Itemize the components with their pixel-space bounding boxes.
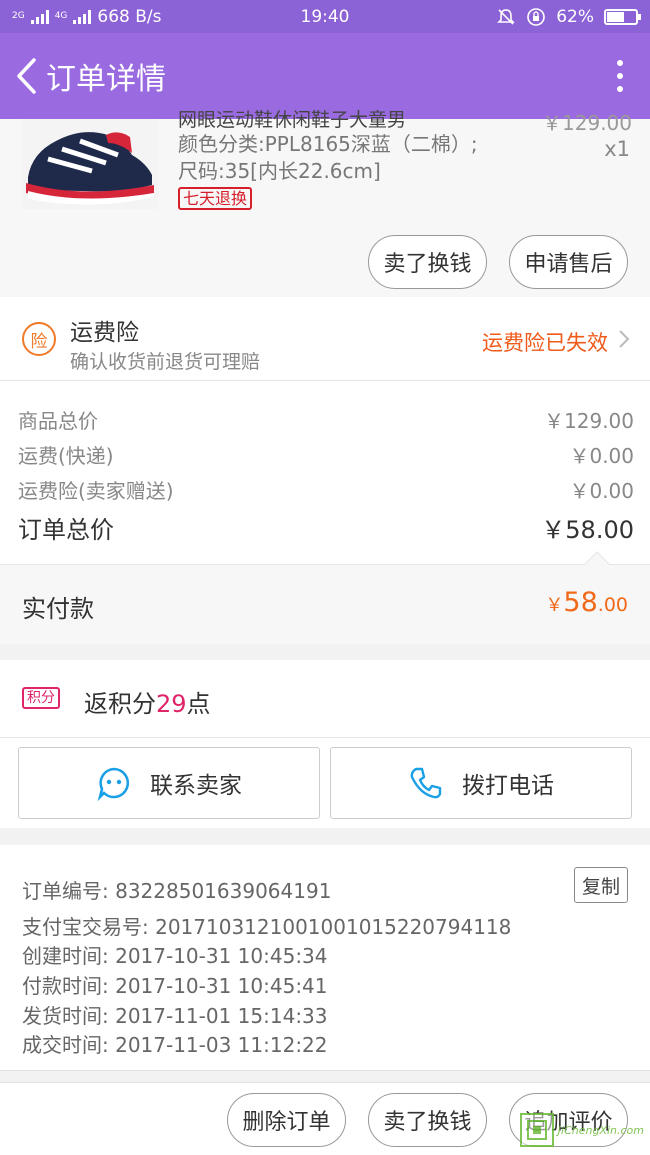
product-sku: 颜色分类:PPL8165深蓝（二棉）; 尺码:35[内长22.6cm]	[178, 131, 508, 185]
bottom-action-bar: 删除订单 卖了换钱 追加评价 JiChengXin.com	[0, 1082, 650, 1155]
summary-row: 商品总价 ￥129.00	[18, 405, 634, 434]
product-price: ￥129.00	[542, 111, 632, 135]
back-button[interactable]	[6, 33, 46, 119]
more-dot-icon	[617, 60, 623, 66]
battery-icon	[604, 8, 641, 25]
chevron-right-icon	[619, 330, 630, 348]
price-summary: 商品总价 ￥129.00 运费(快递) ￥0.00 运费险(卖家赠送) ￥0.0…	[0, 381, 650, 564]
sell-for-cash-button[interactable]: 卖了换钱	[368, 235, 487, 289]
watermark-logo-icon	[519, 1113, 554, 1147]
sell-for-cash-button-bottom[interactable]: 卖了换钱	[368, 1093, 487, 1147]
points-badge: 积分	[22, 687, 60, 709]
insurance-subtitle: 确认收货前退货可理赔	[70, 351, 261, 373]
paid-time: 付款时间: 2017-10-31 10:45:41	[22, 974, 328, 998]
status-bar: 2G 4G 668 B/s 19:40 62%	[0, 0, 650, 33]
call-phone-label: 拨打电话	[462, 773, 554, 799]
paid-decimal: .00	[597, 594, 628, 616]
contact-section: 联系卖家 拨打电话	[0, 738, 650, 828]
battery-fill	[607, 11, 624, 22]
order-number: 订单编号: 832285016390641​91	[22, 879, 332, 903]
signal-icon	[30, 9, 49, 24]
summary-row: 运费(快递) ￥0.00	[18, 440, 634, 469]
shipping-insurance-row[interactable]: 险 运费险 确认收货前退货可理赔 运费险已失效	[0, 297, 650, 381]
points-text: 返积分29点	[84, 684, 211, 719]
after-sale-button[interactable]: 申请售后	[509, 235, 628, 289]
paid-label: 实付款	[22, 595, 94, 623]
contact-seller-button[interactable]: 联系卖家	[18, 747, 320, 819]
battery-percent: 62%	[556, 6, 594, 27]
phone-icon	[410, 767, 442, 799]
shipped-time: 发货时间: 2017-11-01 15:14:33	[22, 1004, 328, 1028]
product-image[interactable]	[22, 119, 158, 209]
closed-time: 成交时间: 2017-11-03 11:12:22	[22, 1033, 328, 1057]
signal-icon-2	[73, 9, 92, 24]
order-total-value: ￥58.00	[541, 516, 634, 544]
chat-bubble-icon	[97, 767, 130, 801]
product-quantity: x1	[604, 137, 630, 161]
summary-row: 运费险(卖家赠送) ￥0.00	[18, 475, 634, 504]
insurance-title: 运费险	[70, 320, 139, 346]
summary-value: ￥0.00	[569, 479, 634, 503]
insurance-status: 运费险已失效	[482, 331, 608, 355]
call-phone-button[interactable]: 拨打电话	[330, 747, 632, 819]
chevron-left-icon	[17, 58, 36, 94]
network-speed: 668 B/s	[97, 6, 162, 27]
copy-button[interactable]: 复制	[574, 867, 628, 903]
sku-size: 尺码:35[内长22.6cm]	[178, 159, 381, 183]
insurance-icon: 险	[22, 322, 56, 356]
delete-order-button[interactable]: 删除订单	[227, 1093, 346, 1147]
paid-amount: ￥58.00	[545, 587, 628, 618]
paid-amount-row: 实付款 ￥58.00	[0, 551, 650, 644]
sim1-signal-label: 2G	[12, 11, 25, 21]
watermark: JiChengXin.com	[519, 1113, 644, 1147]
seven-day-return-badge: 七天退换	[178, 187, 253, 210]
summary-value: ￥0.00	[569, 444, 634, 468]
summary-value: ￥129.00	[544, 409, 634, 433]
order-total-label: 订单总价	[18, 516, 114, 544]
product-card[interactable]: 网眼运动鞋休闲鞋子大童男 ￥129.00 颜色分类:PPL8165深蓝（二棉）;…	[0, 109, 650, 297]
product-title[interactable]: 网眼运动鞋休闲鞋子大童男	[178, 105, 498, 132]
points-row: 积分 返积分29点	[0, 660, 650, 738]
network-type: 4G	[54, 11, 68, 21]
order-info: 订单编号: 832285016390641​91 复制 支付宝交易号: 2017…	[0, 845, 650, 1071]
sku-color: 颜色分类:PPL8165深蓝（二棉）;	[178, 132, 478, 156]
created-time: 创建时间: 2017-10-31 10:45:34	[22, 944, 328, 968]
points-suffix: 点	[186, 690, 211, 718]
contact-seller-label: 联系卖家	[150, 773, 242, 799]
more-dot-icon	[617, 86, 623, 92]
points-prefix: 返积分	[84, 690, 156, 718]
page-title: 订单详情	[46, 62, 166, 97]
points-number: 29	[156, 690, 187, 718]
rotation-lock-icon	[527, 7, 546, 26]
order-total-row: 订单总价 ￥58.00	[18, 510, 634, 545]
summary-label: 商品总价	[18, 409, 98, 433]
mute-icon	[497, 8, 516, 25]
watermark-text: JiChengXin.com	[557, 1123, 644, 1137]
more-dot-icon	[617, 73, 623, 79]
summary-label: 运费险(卖家赠送)	[18, 479, 174, 503]
paid-currency: ￥	[545, 595, 564, 616]
paid-integer: 58	[563, 587, 598, 618]
alipay-trade-number: 支付宝交易号: 2017103121001001015220794118	[22, 915, 512, 939]
summary-label: 运费(快递)	[18, 444, 114, 468]
